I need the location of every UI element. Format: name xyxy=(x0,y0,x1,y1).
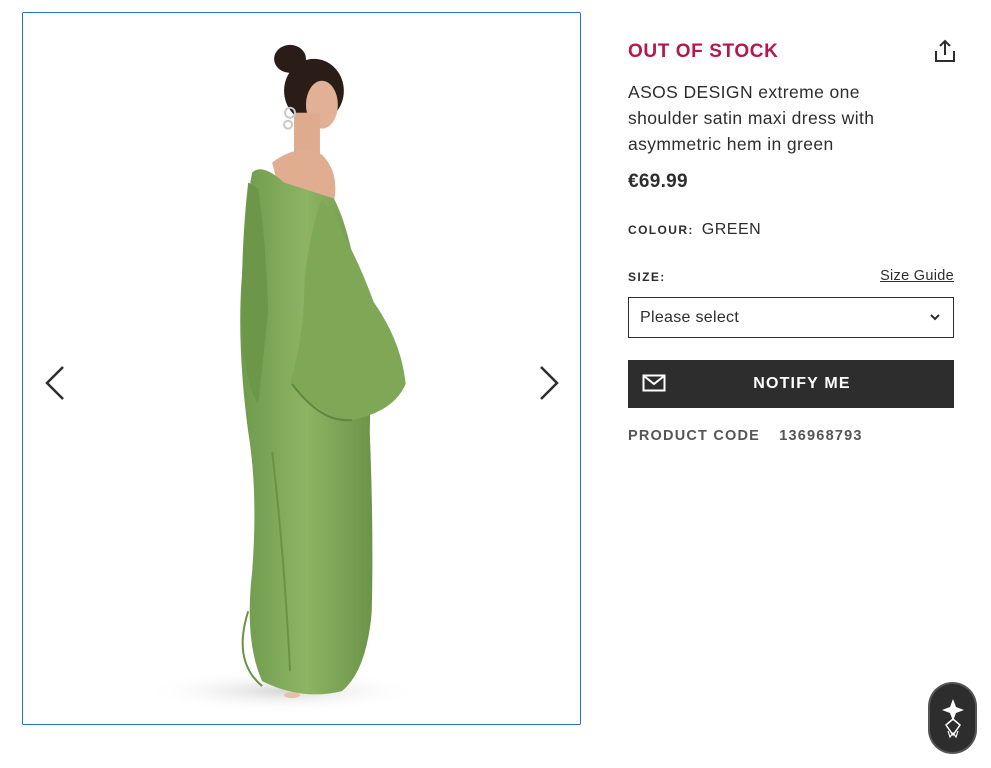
assistant-icon xyxy=(941,699,964,739)
notify-me-button[interactable]: NOTIFY ME xyxy=(628,360,954,408)
chevron-down-icon xyxy=(930,314,940,321)
share-button[interactable] xyxy=(932,38,958,64)
size-select[interactable]: Please select xyxy=(628,297,954,338)
size-guide-link[interactable]: Size Guide xyxy=(880,268,954,284)
product-title: ASOS DESIGN extreme one shoulder satin m… xyxy=(628,82,875,154)
product-image xyxy=(23,13,580,724)
assistant-button[interactable] xyxy=(930,684,975,752)
previous-image-button[interactable] xyxy=(35,358,75,408)
product-code-label: PRODUCT CODE xyxy=(628,428,761,444)
chevron-right-icon xyxy=(540,366,559,400)
notify-me-label: NOTIFY ME xyxy=(753,375,851,392)
next-image-button[interactable] xyxy=(529,358,569,408)
stock-status: OUT OF STOCK xyxy=(628,41,779,62)
product-code-row: PRODUCT CODE 136968793 xyxy=(628,428,863,444)
colour-value: GREEN xyxy=(701,221,762,238)
colour-label: COLOUR: xyxy=(628,223,694,237)
colour-row: COLOUR: GREEN xyxy=(628,221,761,239)
share-icon xyxy=(935,39,955,62)
size-select-value: Please select xyxy=(640,308,740,326)
product-code-value: 136968793 xyxy=(779,428,863,444)
product-price: €69.99 xyxy=(628,171,688,192)
product-image-gallery xyxy=(22,12,581,725)
size-label: SIZE: xyxy=(628,270,666,284)
chevron-left-icon xyxy=(45,366,64,400)
mail-icon xyxy=(642,374,666,392)
